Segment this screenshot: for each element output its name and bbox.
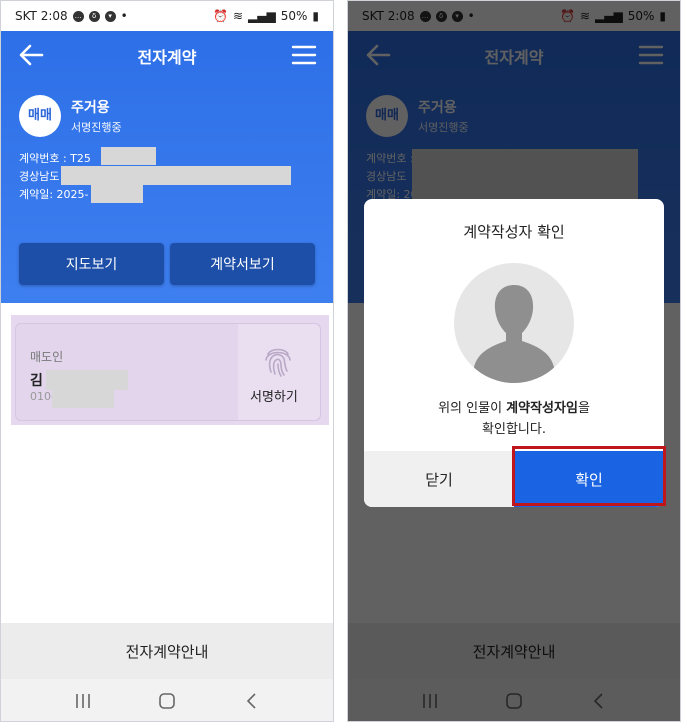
sign-button-label: 서명하기 [250, 390, 298, 405]
page-title: 전자계약 [137, 48, 197, 67]
wifi-icon: ≋ [232, 9, 244, 23]
dialog-close-button[interactable]: 닫기 [364, 451, 514, 507]
signer-card: 매도인 김 010- 서명하기 [15, 323, 321, 421]
home-icon[interactable] [155, 689, 179, 713]
message-prefix: 위의 인물이 [438, 401, 507, 416]
signer-role: 매도인 [30, 350, 64, 364]
status-bar: SKT 2:08 … δ ▾ • ⏰ ≋ ▂▄▆ 50% ▮ [1, 1, 333, 31]
confirm-author-dialog: 계약작성자 확인 위의 인물이 계약작성자임을 확인합니다. 닫기 확인 [364, 199, 664, 507]
fingerprint-icon [265, 348, 291, 377]
contract-status: 서명진행중 [71, 121, 122, 134]
person-silhouette-icon [454, 263, 574, 383]
contract-header: 전자계약 매매 주거용 서명진행중 계약번호 : T25 경상남도 계약일: 2… [1, 31, 333, 303]
contract-date: 계약일: 2025- [19, 188, 89, 201]
message-suffix: 을 [577, 401, 590, 416]
chat-icon: … [72, 10, 84, 22]
alarm-icon: ⏰ [213, 9, 228, 23]
signer-name: 김 [30, 373, 43, 389]
contract-number: 계약번호 : T25 [19, 152, 91, 165]
android-nav-bar [1, 679, 333, 721]
redaction-mask [101, 147, 156, 165]
app-icon: ▾ [104, 10, 116, 22]
dot-icon: • [120, 9, 128, 23]
back-icon[interactable] [239, 689, 263, 713]
hamburger-menu-icon[interactable] [291, 43, 317, 67]
redaction-mask [46, 370, 128, 390]
top-bar: 전자계약 [1, 31, 333, 79]
notification-icon: δ [88, 10, 100, 22]
recents-icon[interactable] [71, 689, 95, 713]
contract-guide-button[interactable]: 전자계약안내 [1, 623, 333, 679]
dialog-message-line2: 확인합니다. [482, 422, 546, 437]
map-view-button[interactable]: 지도보기 [19, 243, 164, 285]
message-bold: 계약작성자임 [506, 401, 578, 416]
deal-type-badge: 매매 [19, 95, 61, 137]
contract-view-button[interactable]: 계약서보기 [170, 243, 315, 285]
dialog-title: 계약작성자 확인 [463, 223, 565, 241]
sign-button[interactable]: 서명하기 [238, 324, 320, 420]
redaction-mask [91, 184, 143, 203]
contract-address: 경상남도 [19, 170, 60, 183]
phone-screen-confirm-dialog: SKT 2:08 … δ ▾ • ⏰ ≋ ▂▄▆ 50% ▮ 전자계약 매매 주… [347, 0, 681, 722]
battery-level: 50% [280, 9, 308, 23]
dialog-confirm-button[interactable]: 확인 [514, 451, 664, 507]
use-type: 주거용 [71, 100, 110, 116]
redaction-mask [52, 390, 114, 408]
redaction-mask [61, 166, 291, 185]
carrier-time: SKT 2:08 [15, 9, 68, 23]
dialog-message: 위의 인물이 계약작성자임을 [364, 397, 664, 416]
phone-screen-contract: SKT 2:08 … δ ▾ • ⏰ ≋ ▂▄▆ 50% ▮ 전자계약 매매 주… [0, 0, 334, 722]
battery-icon: ▮ [312, 9, 319, 23]
signal-icon: ▂▄▆ [248, 9, 276, 23]
